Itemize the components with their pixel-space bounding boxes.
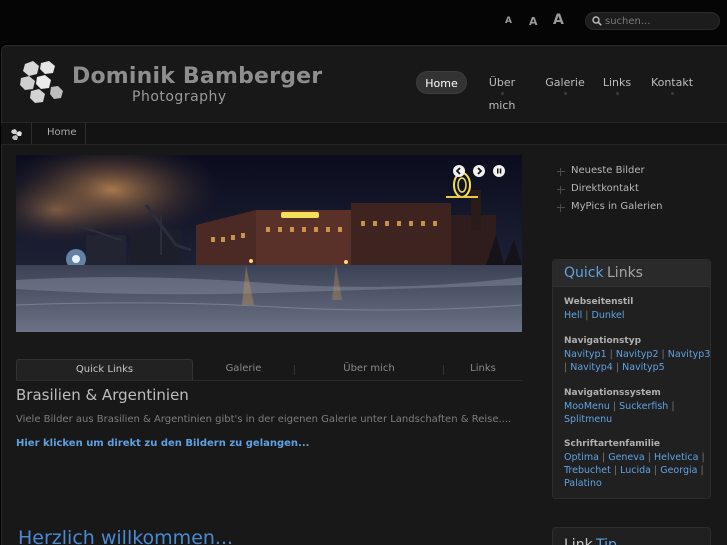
link-dunkel[interactable]: Dunkel: [592, 310, 625, 321]
tab-quick-links-label: Quick Links: [75, 364, 134, 375]
link-hell[interactable]: Hell: [564, 310, 582, 321]
slideshow-prev-icon[interactable]: [453, 165, 465, 177]
link-navityp5[interactable]: Navityp5: [622, 362, 665, 373]
link-geneva[interactable]: Geneva: [608, 452, 645, 463]
tab-links-label: Links: [470, 363, 496, 374]
nav-indicator: [564, 92, 567, 95]
group-row: Navityp1 | Navityp2 | Navityp3: [564, 349, 711, 360]
group-row: Palatino: [564, 478, 602, 489]
tab-galerie[interactable]: Galerie: [193, 359, 294, 380]
content-tabs: Quick Links Galerie Über mich Links: [16, 359, 522, 381]
link-georgia[interactable]: Georgia: [660, 465, 697, 476]
link-navityp4[interactable]: Navityp4: [570, 362, 613, 373]
link-tip-title-accent: Tip: [596, 537, 617, 545]
plus-icon: [557, 186, 565, 194]
link-trebuchet[interactable]: Trebuchet: [564, 465, 611, 476]
logo-icon[interactable]: [17, 58, 65, 106]
search-icon: [592, 16, 602, 26]
link-lucida[interactable]: Lucida: [620, 465, 651, 476]
group-row: Optima | Geneva | Helvetica |: [564, 452, 705, 463]
tab-quick-links[interactable]: Quick Links: [16, 359, 193, 380]
slideshow[interactable]: [16, 155, 522, 332]
tab-ueber-mich[interactable]: Über mich: [295, 359, 443, 380]
nav-ueber-mich[interactable]: Über mich: [474, 71, 530, 112]
plus-icon: [557, 168, 565, 176]
group-heading-webseitenstil: Webseitenstil: [564, 297, 634, 307]
link-helvetica[interactable]: Helvetica: [654, 452, 699, 463]
quick-links-title-accent: Quick: [564, 265, 604, 281]
article-link[interactable]: Hier klicken um direkt zu den Bildern zu…: [16, 438, 309, 449]
link-moomenu[interactable]: MooMenu: [564, 401, 610, 412]
link-optima[interactable]: Optima: [564, 452, 599, 463]
breadcrumb: Home: [1, 122, 727, 145]
link-navityp3[interactable]: Navityp3: [668, 349, 711, 360]
quick-links-box: Quick Links Webseitenstil Hell | Dunkel …: [552, 259, 711, 499]
link-tip-title: Link: [564, 537, 593, 545]
side-link-neueste-bilder[interactable]: Neueste Bilder: [571, 165, 645, 176]
link-suckerfish[interactable]: Suckerfish: [619, 401, 668, 412]
tab-links[interactable]: Links: [444, 359, 522, 380]
nav-galerie-label: Galerie: [545, 76, 585, 89]
group-row: Hell | Dunkel: [564, 310, 625, 321]
quick-links-header: Quick Links: [553, 260, 710, 287]
font-size-medium-button[interactable]: A: [529, 15, 538, 28]
nav-galerie[interactable]: Galerie: [542, 71, 588, 95]
group-row: MooMenu | Suckerfish |: [564, 401, 675, 412]
search-box[interactable]: [585, 12, 720, 30]
home-icon[interactable]: [10, 127, 24, 141]
nav-kontakt[interactable]: Kontakt: [650, 71, 694, 95]
group-row: | Navityp4 | Navityp5: [564, 362, 665, 373]
link-tip-box: Link Tip: [552, 527, 711, 545]
link-splitmenu[interactable]: Splitmenu: [564, 414, 612, 425]
nav-indicator: [501, 92, 504, 95]
breadcrumb-separator: [31, 123, 32, 144]
plus-icon: [557, 204, 565, 212]
slideshow-image: [16, 155, 522, 332]
tab-galerie-label: Galerie: [225, 363, 262, 374]
nav-links[interactable]: Links: [600, 71, 634, 95]
article-title: Brasilien & Argentinien: [16, 386, 189, 404]
nav-indicator: [671, 92, 674, 95]
group-row: Trebuchet | Lucida | Georgia |: [564, 465, 704, 476]
font-size-small-button[interactable]: A: [505, 16, 512, 26]
brand-subtitle: Photography: [132, 89, 227, 105]
nav-kontakt-label: Kontakt: [650, 76, 694, 89]
search-input[interactable]: [605, 14, 715, 28]
nav-home[interactable]: Home: [416, 71, 467, 94]
link-navityp2[interactable]: Navityp2: [616, 349, 659, 360]
nav-home-label: Home: [425, 77, 458, 90]
group-heading-schriftartenfamilie: Schriftartenfamilie: [564, 439, 661, 449]
side-link-direktkontakt[interactable]: Direktkontakt: [571, 183, 639, 194]
slideshow-pause-icon[interactable]: [493, 165, 505, 177]
quick-links-title: Links: [607, 265, 643, 281]
breadcrumb-separator: [85, 123, 86, 144]
font-size-large-button[interactable]: A: [553, 12, 564, 28]
group-heading-navigationstyp: Navigationstyp: [564, 336, 642, 346]
link-palatino[interactable]: Palatino: [564, 478, 602, 489]
tab-ueber-mich-label: Über mich: [343, 363, 395, 374]
nav-indicator: [616, 92, 619, 95]
slideshow-next-icon[interactable]: [473, 165, 485, 177]
breadcrumb-home[interactable]: Home: [47, 127, 77, 138]
group-row: Splitmenu: [564, 414, 612, 425]
article-text: Viele Bilder aus Brasilien & Argentinien…: [16, 414, 512, 425]
group-heading-navigationssystem: Navigationssystem: [564, 388, 661, 398]
side-link-mypics[interactable]: MyPics in Galerien: [571, 201, 663, 212]
link-navityp1[interactable]: Navityp1: [564, 349, 607, 360]
top-bar: A A A: [0, 0, 727, 44]
welcome-heading: Herzlich willkommen...: [18, 527, 234, 545]
nav-links-label: Links: [602, 76, 632, 89]
brand-name: Dominik Bamberger: [72, 64, 323, 89]
